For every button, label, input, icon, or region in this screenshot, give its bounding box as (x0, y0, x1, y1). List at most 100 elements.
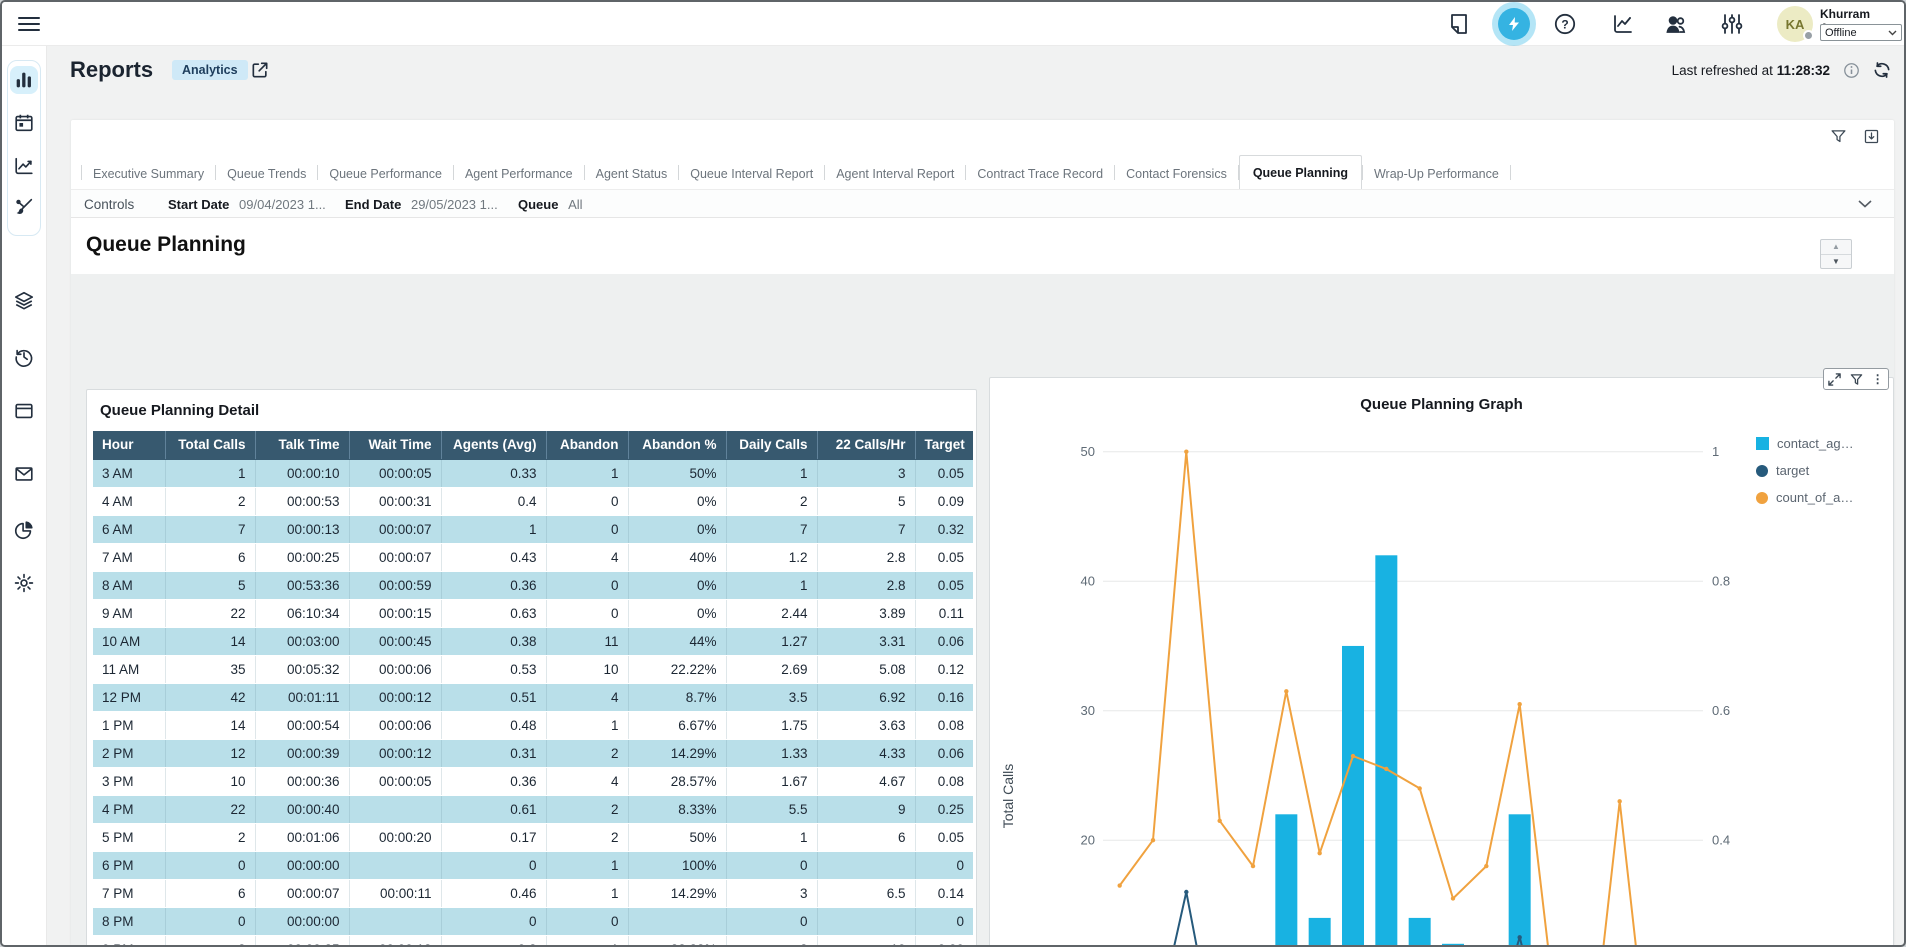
point-count-of-a--11[interactable] (1484, 864, 1488, 868)
bar-2-pm[interactable] (1442, 944, 1464, 945)
column-header-agents-avg-[interactable]: Agents (Avg) (441, 431, 546, 459)
external-link-icon[interactable] (250, 60, 270, 80)
expand-icon[interactable] (1828, 373, 1841, 386)
spinner-down-button[interactable]: ▼ (1821, 255, 1851, 269)
legend-item-contact-ag-[interactable]: contact_ag… (1756, 436, 1854, 451)
mail-icon[interactable] (13, 463, 35, 485)
point-count-of-a--1[interactable] (1151, 838, 1155, 842)
table-cell: 14.29% (628, 739, 726, 767)
left-axis-tick: 40 (1081, 574, 1095, 589)
table-cell: 1 (726, 459, 817, 487)
point-count-of-a--5[interactable] (1284, 689, 1288, 693)
line-series-count-of-a-[interactable] (1120, 452, 1687, 945)
table-cell: 44% (628, 627, 726, 655)
point-count-of-a--2[interactable] (1184, 450, 1188, 454)
collapse-controls-chevron-icon[interactable] (1858, 198, 1872, 210)
bar-1-pm[interactable] (1409, 918, 1431, 945)
settings-sliders-icon[interactable] (1720, 12, 1744, 36)
spinner-up-button[interactable]: ▲ (1821, 240, 1851, 255)
column-header-22-calls-hr[interactable]: 22 Calls/Hr (817, 431, 915, 459)
tab-queue-trends[interactable]: Queue Trends (216, 158, 317, 189)
tab-executive-summary[interactable]: Executive Summary (82, 158, 215, 189)
tab-agent-interval-report[interactable]: Agent Interval Report (825, 158, 965, 189)
kebab-menu-icon[interactable]: ⋮ (1872, 373, 1884, 385)
table-cell: 0.06 (915, 739, 973, 767)
table-cell (349, 795, 441, 823)
column-header-talk-time[interactable]: Talk Time (255, 431, 349, 459)
point-count-of-a--8[interactable] (1384, 767, 1388, 771)
point-target-12[interactable] (1517, 935, 1521, 939)
table-cell: 4 AM (93, 487, 165, 515)
calendar-icon[interactable] (13, 112, 35, 134)
metrics-icon[interactable] (1611, 12, 1635, 36)
bar-9-am[interactable] (1275, 814, 1297, 945)
point-count-of-a--10[interactable] (1451, 896, 1455, 900)
notes-icon[interactable] (1447, 12, 1471, 36)
gear-icon[interactable] (13, 572, 35, 594)
tasks-lightning-icon[interactable] (1498, 8, 1530, 40)
point-target-2[interactable] (1184, 890, 1188, 894)
column-header-wait-time[interactable]: Wait Time (349, 431, 441, 459)
y-axis-label: Total Calls (1000, 696, 1020, 896)
column-header-target[interactable]: Target (915, 431, 973, 459)
column-header-hour[interactable]: Hour (93, 431, 165, 459)
table-row-3-am: 3 AM100:00:1000:00:050.33150%130.05 (93, 459, 973, 487)
bar-12-pm[interactable] (1375, 555, 1397, 945)
column-header-abandon[interactable]: Abandon (546, 431, 628, 459)
bar-10-am[interactable] (1309, 918, 1331, 945)
download-icon[interactable] (1863, 128, 1880, 145)
window-icon[interactable] (13, 400, 35, 422)
table-cell: 6.5 (817, 879, 915, 907)
table-cell: 10 (817, 935, 915, 945)
tab-wrap-up-performance[interactable]: Wrap-Up Performance (1363, 158, 1510, 189)
point-count-of-a--6[interactable] (1317, 851, 1321, 855)
left-axis-tick: 50 (1081, 444, 1095, 459)
bar-11-am[interactable] (1342, 646, 1364, 945)
trend-line-icon[interactable] (13, 155, 35, 177)
column-header-daily-calls[interactable]: Daily Calls (726, 431, 817, 459)
point-count-of-a--3[interactable] (1217, 819, 1221, 823)
tab-queue-planning[interactable]: Queue Planning (1239, 155, 1362, 189)
point-count-of-a--12[interactable] (1517, 702, 1521, 706)
legend-item-target[interactable]: target (1756, 463, 1854, 478)
tab-agent-performance[interactable]: Agent Performance (454, 158, 584, 189)
table-cell: 0.46 (441, 879, 546, 907)
point-count-of-a--0[interactable] (1117, 883, 1121, 887)
point-count-of-a--9[interactable] (1417, 786, 1421, 790)
column-header-abandon-[interactable]: Abandon % (628, 431, 726, 459)
end-date-control[interactable]: End Date 29/05/2023 1... (345, 197, 498, 212)
chart-filter-icon[interactable] (1850, 373, 1863, 386)
table-cell: 0.4 (441, 487, 546, 515)
hamburger-menu-icon[interactable] (18, 13, 40, 35)
tab-contract-trace-record[interactable]: Contract Trace Record (966, 158, 1114, 189)
table-cell: 0.53 (441, 655, 546, 683)
reports-bar-chart-icon[interactable] (13, 69, 35, 91)
filter-icon[interactable] (1830, 128, 1847, 145)
table-cell (349, 907, 441, 935)
table-cell: 0.12 (915, 655, 973, 683)
history-icon[interactable] (13, 346, 35, 368)
tab-contact-forensics[interactable]: Contact Forensics (1115, 158, 1238, 189)
pie-chart-icon[interactable] (13, 519, 35, 541)
table-cell: 0.05 (915, 543, 973, 571)
bar-4-pm[interactable] (1509, 814, 1531, 945)
legend-item-count-of-a-[interactable]: count_of_a… (1756, 490, 1854, 505)
layers-icon[interactable] (13, 290, 35, 312)
column-header-total-calls[interactable]: Total Calls (165, 431, 255, 459)
line-series-target[interactable] (1120, 892, 1687, 945)
tab-queue-performance[interactable]: Queue Performance (318, 158, 453, 189)
queue-control[interactable]: Queue All (518, 197, 583, 212)
point-count-of-a--15[interactable] (1617, 799, 1621, 803)
status-select[interactable]: Offline (1820, 24, 1902, 41)
tab-agent-status[interactable]: Agent Status (585, 158, 679, 189)
tab-queue-interval-report[interactable]: Queue Interval Report (679, 158, 824, 189)
point-count-of-a--7[interactable] (1351, 754, 1355, 758)
start-date-control[interactable]: Start Date 09/04/2023 1... (168, 197, 326, 212)
point-count-of-a--4[interactable] (1251, 864, 1255, 868)
agents-icon[interactable] (1664, 12, 1688, 36)
table-cell: 2 (165, 823, 255, 851)
refresh-icon[interactable] (1872, 60, 1892, 80)
help-icon[interactable]: ? (1553, 12, 1577, 36)
design-brush-icon[interactable] (13, 196, 35, 218)
info-icon[interactable] (1843, 62, 1860, 79)
